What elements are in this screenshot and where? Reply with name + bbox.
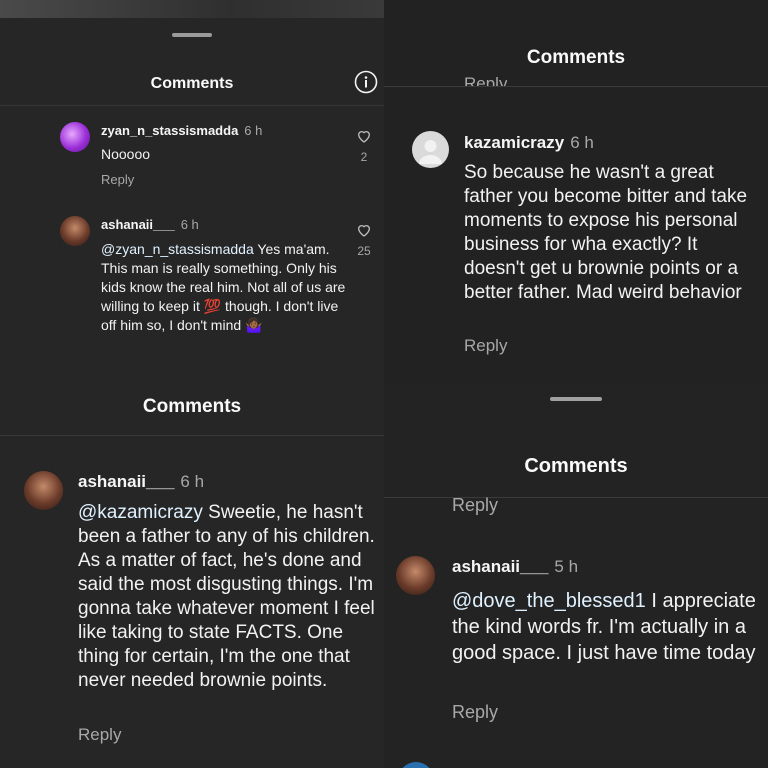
comment-text: So because he wasn't a great father you … [464, 162, 748, 303]
panel-title: Comments [526, 47, 626, 68]
comment-time: 6 h [180, 217, 199, 232]
reply-button[interactable]: Reply [452, 702, 498, 723]
reply-button[interactable]: Reply [101, 172, 134, 187]
avatar[interactable] [396, 556, 435, 595]
panel-title: Comments [524, 455, 628, 477]
like-count: 2 [360, 150, 368, 164]
reply-button[interactable]: Reply [464, 336, 507, 356]
reply-button[interactable]: Reply [464, 74, 507, 86]
comment-username[interactable]: ashanaii___ 6 h [101, 217, 199, 232]
comments-panel-a: Comments zyan_n_stassismadda 6 h Nooooo R… [0, 0, 384, 384]
avatar[interactable] [398, 762, 434, 768]
comments-panel-b: Comments Reply kazamicrazy 6 h So because… [384, 0, 768, 384]
comment-text: @kazamicrazy Sweetie, he hasn't been a f… [78, 502, 375, 691]
comment-username[interactable]: kazamicrazy 6 h [464, 133, 594, 153]
drag-handle[interactable] [172, 33, 212, 37]
header-divider [384, 86, 768, 87]
comments-panel-c: Comments ashanaii___ 6 h @kazamicrazy Swe… [0, 384, 384, 768]
comment-time: 6 h [244, 123, 263, 138]
heart-outline-icon[interactable] [356, 222, 372, 238]
comment-username[interactable]: ashanaii___ 5 h [452, 557, 578, 577]
reply-button[interactable]: Reply [78, 725, 121, 745]
header-divider [0, 435, 384, 436]
avatar[interactable] [24, 471, 63, 510]
comment-text: @zyan_n_stassismadda Yes ma'am. This man… [101, 241, 346, 333]
avatar[interactable] [60, 122, 90, 152]
avatar[interactable] [60, 216, 90, 246]
heart-outline-icon[interactable] [356, 128, 372, 144]
comment-time: 5 h [554, 557, 579, 576]
panel-title: Comments [150, 75, 234, 92]
comment-username[interactable]: zyan_n_stassismadda 6 h [101, 123, 262, 138]
comment-time: 6 h [570, 133, 594, 152]
comment-time: 6 h [180, 472, 205, 491]
comment-username[interactable]: ashanaii___ 6 h [78, 472, 204, 492]
info-icon[interactable] [354, 70, 378, 94]
like-count: 25 [357, 244, 371, 258]
drag-handle[interactable] [550, 397, 602, 401]
header-divider [0, 105, 384, 106]
comment-text: @dove_the_blessed1 I appreciate the kind… [452, 590, 756, 664]
comment-text: Nooooo [101, 146, 151, 162]
mention-link[interactable]: @zyan_n_stassismadda [101, 241, 254, 257]
header-divider [384, 497, 768, 498]
comments-panel-d: Comments Reply ashanaii___ 5 h @dove_the_… [384, 384, 768, 768]
post-image-strip [0, 0, 384, 18]
mention-link[interactable]: @dove_the_blessed1 [452, 590, 646, 612]
panel-title: Comments [142, 396, 242, 417]
reply-button[interactable]: Reply [452, 495, 498, 516]
mention-link[interactable]: @kazamicrazy [78, 502, 203, 523]
default-avatar-icon[interactable] [412, 131, 449, 168]
